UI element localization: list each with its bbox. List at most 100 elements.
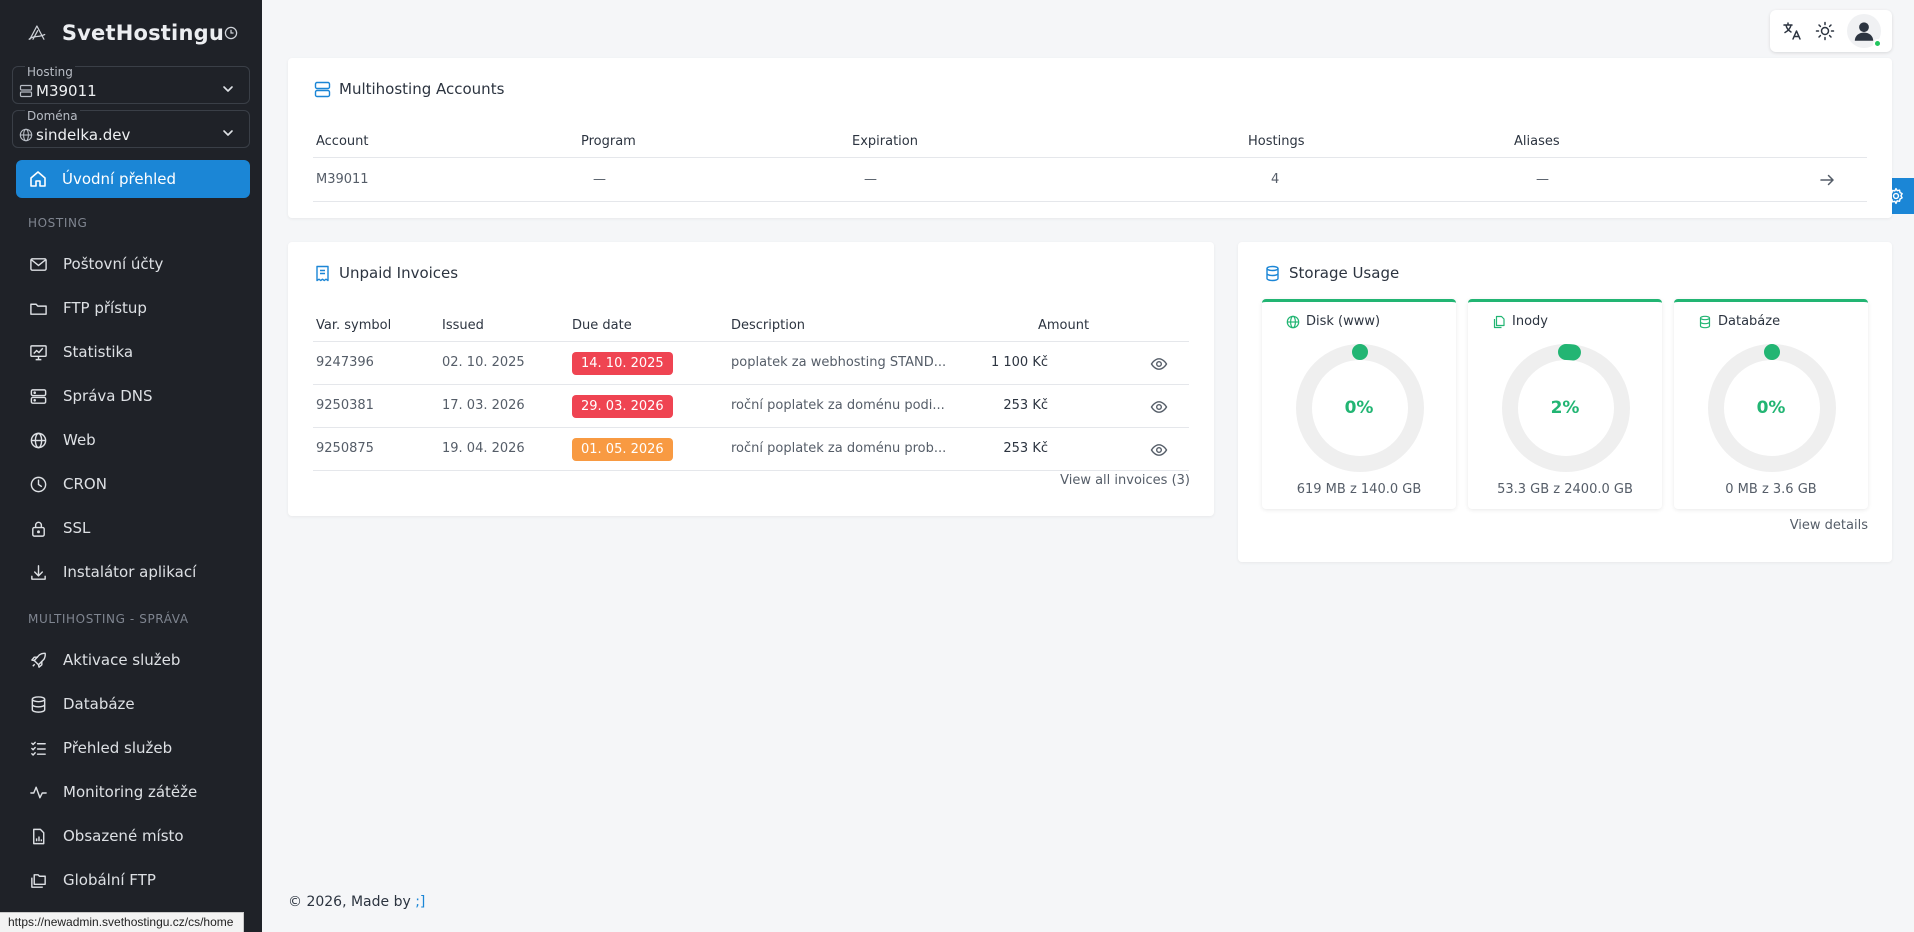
eye-icon[interactable] bbox=[1150, 398, 1168, 416]
server-icon bbox=[19, 84, 33, 98]
database-icon bbox=[1266, 265, 1279, 281]
nav-item-label: Aktivace služeb bbox=[63, 651, 181, 669]
nav-item-web[interactable]: Web bbox=[0, 418, 262, 462]
clock-icon bbox=[30, 476, 47, 492]
sidebar: SvetHostingu Hosting M39011 Doména sinde… bbox=[0, 0, 262, 932]
nav-item-statistics[interactable]: Statistika bbox=[0, 330, 262, 374]
rocket-icon bbox=[31, 652, 46, 668]
nav-item-services[interactable]: Přehled služeb bbox=[0, 726, 262, 770]
program-cell: — bbox=[593, 172, 606, 187]
view-details-link[interactable]: View details bbox=[1790, 518, 1868, 533]
globe-icon bbox=[19, 128, 33, 142]
clock-icon[interactable] bbox=[224, 24, 238, 42]
nav-item-dns[interactable]: Správa DNS bbox=[0, 374, 262, 418]
nav-item-label: Statistika bbox=[63, 343, 134, 361]
files-icon bbox=[1493, 315, 1505, 328]
expiration-cell: — bbox=[864, 172, 877, 187]
column-header: Due date bbox=[572, 318, 632, 333]
nav-section-hosting: HOSTING bbox=[28, 216, 88, 230]
issued-cell: 02. 10. 2025 bbox=[442, 355, 525, 370]
hosting-select-label: Hosting bbox=[25, 65, 75, 79]
usage-percent: 0% bbox=[1344, 398, 1374, 418]
card-title-text: Storage Usage bbox=[1289, 264, 1400, 282]
nav-item-global-ftp[interactable]: Globální FTP bbox=[0, 858, 262, 902]
hosting-select-value: M39011 bbox=[36, 82, 97, 100]
nav-item-label: Globální FTP bbox=[63, 871, 156, 889]
table-row[interactable]: 9250381 17. 03. 2026 29. 03. 2026 roční … bbox=[313, 385, 1189, 428]
storage-stat-databases: Databáze 0% 0 MB z 3.6 GB bbox=[1674, 299, 1868, 509]
brand-name: SvetHostingu bbox=[61, 21, 224, 45]
domain-select[interactable]: Doména sindelka.dev bbox=[12, 109, 250, 148]
home-icon bbox=[30, 171, 46, 187]
database-icon bbox=[1699, 315, 1711, 328]
lock-icon bbox=[32, 521, 45, 537]
account-cell: M39011 bbox=[316, 172, 369, 187]
description-cell: poplatek za webhosting STAND... bbox=[731, 355, 947, 370]
table-row[interactable]: 9247396 02. 10. 2025 14. 10. 2025 poplat… bbox=[313, 342, 1189, 385]
chevron-down-icon bbox=[223, 86, 233, 92]
nav-item-label: Web bbox=[63, 431, 96, 449]
eye-icon[interactable] bbox=[1150, 441, 1168, 459]
server-icon bbox=[314, 81, 331, 97]
hosting-select[interactable]: Hosting M39011 bbox=[12, 65, 250, 104]
nav-item-label: Poštovní účty bbox=[63, 255, 164, 273]
sun-icon[interactable] bbox=[1814, 20, 1836, 42]
column-header: Issued bbox=[442, 318, 484, 333]
nav-item-activation[interactable]: Aktivace služeb bbox=[0, 638, 262, 682]
amount-cell: 1 100 Kč bbox=[990, 355, 1048, 370]
var-symbol-cell: 9247396 bbox=[316, 355, 374, 370]
nav-item-label: CRON bbox=[63, 475, 107, 493]
column-header: Var. symbol bbox=[316, 318, 392, 333]
column-header: Amount bbox=[1038, 318, 1090, 333]
column-header: Description bbox=[731, 318, 806, 333]
nav-item-label: Správa DNS bbox=[63, 387, 153, 405]
translate-icon[interactable] bbox=[1781, 20, 1803, 42]
usage-detail: 0 MB z 3.6 GB bbox=[1725, 482, 1817, 497]
card-title: Unpaid Invoices bbox=[314, 264, 458, 282]
multihosting-accounts-card: Multihosting Accounts Account Program Ex… bbox=[288, 58, 1892, 218]
card-title-text: Multihosting Accounts bbox=[339, 80, 505, 98]
nav-item-databases[interactable]: Databáze bbox=[0, 682, 262, 726]
nav-item-installer[interactable]: Instalátor aplikací bbox=[0, 550, 262, 594]
chevron-down-icon bbox=[223, 130, 233, 136]
logo-icon bbox=[28, 25, 46, 40]
stat-label-text: Inody bbox=[1512, 314, 1548, 329]
nav-item-label: Obsazené místo bbox=[63, 827, 184, 845]
table-row[interactable]: M39011 — — 4 — bbox=[313, 158, 1867, 202]
nav-item-label: Přehled služeb bbox=[63, 739, 173, 757]
table-header: Account Program Expiration Hostings Alia… bbox=[313, 122, 1867, 158]
column-header: Expiration bbox=[852, 134, 918, 149]
nav-item-label: Databáze bbox=[63, 695, 135, 713]
description-cell: roční poplatek za doménu prob... bbox=[731, 441, 947, 456]
usage-detail: 619 MB z 140.0 GB bbox=[1296, 482, 1422, 497]
nav-section-multihosting: MULTIHOSTING - SPRÁVA bbox=[28, 612, 189, 626]
stat-label-text: Disk (www) bbox=[1306, 314, 1381, 329]
due-date-badge: 01. 05. 2026 bbox=[572, 438, 673, 461]
arrow-right-icon[interactable] bbox=[1818, 171, 1836, 189]
stat-label: Databáze bbox=[1698, 314, 1780, 329]
brand[interactable]: SvetHostingu bbox=[0, 0, 262, 66]
nav-item-cron[interactable]: CRON bbox=[0, 462, 262, 506]
nav-item-ftp[interactable]: FTP přístup bbox=[0, 286, 262, 330]
nav-item-label: SSL bbox=[63, 519, 91, 537]
nav-item-disk-usage[interactable]: Obsazené místo bbox=[0, 814, 262, 858]
table-row[interactable]: 9250875 19. 04. 2026 01. 05. 2026 roční … bbox=[313, 428, 1189, 471]
nav-item-ssl[interactable]: SSL bbox=[0, 506, 262, 550]
folder-icon bbox=[30, 303, 47, 315]
storage-usage-card: Storage Usage Disk (www) 0% 619 MB z 140… bbox=[1238, 242, 1892, 562]
column-header: Hostings bbox=[1248, 134, 1305, 149]
chart-monitor-icon bbox=[30, 344, 47, 360]
user-avatar[interactable] bbox=[1846, 14, 1882, 48]
eye-icon[interactable] bbox=[1150, 355, 1168, 373]
nav-item-overview[interactable]: Úvodní přehled bbox=[16, 160, 250, 198]
column-header: Aliases bbox=[1514, 134, 1560, 149]
unpaid-invoices-card: Unpaid Invoices Var. symbol Issued Due d… bbox=[288, 242, 1214, 516]
footer-link[interactable]: ;] bbox=[415, 894, 425, 910]
nav-item-mail[interactable]: Poštovní účty bbox=[0, 242, 262, 286]
view-all-invoices-link[interactable]: View all invoices (3) bbox=[1060, 473, 1190, 488]
status-bar-url: https://newadmin.svethostingu.cz/cs/home bbox=[0, 912, 245, 932]
nav-item-monitoring[interactable]: Monitoring zátěže bbox=[0, 770, 262, 814]
card-title-text: Unpaid Invoices bbox=[339, 264, 459, 282]
nav-item-label: Instalátor aplikací bbox=[63, 563, 197, 581]
domain-select-value: sindelka.dev bbox=[36, 126, 131, 144]
